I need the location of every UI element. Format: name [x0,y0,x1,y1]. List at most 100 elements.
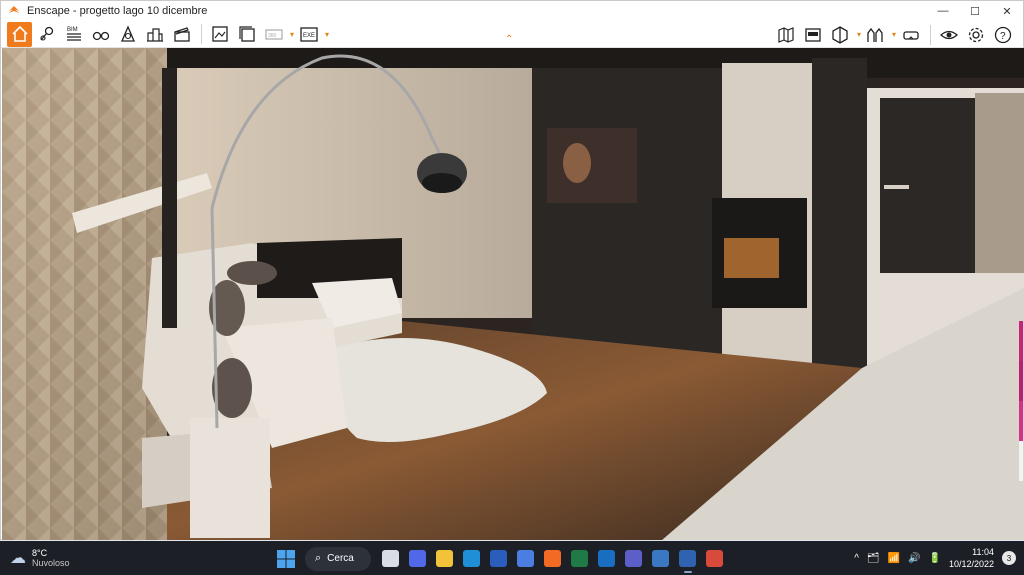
outlook-icon[interactable] [593,545,620,572]
window-title: Enscape - progetto lago 10 dicembre [27,5,208,17]
store-icon[interactable] [512,545,539,572]
minimize-button[interactable]: — [927,1,959,21]
sketchup-icon[interactable] [647,545,674,572]
close-button[interactable]: ✕ [991,1,1023,21]
cloud-icon: ☁ [10,550,26,567]
firefox-glyph [544,550,561,567]
exe-export-icon: EXE [299,27,318,42]
help-icon: ? [994,26,1011,43]
enscape-active-glyph [679,550,696,567]
firefox-icon[interactable] [539,545,566,572]
title-bar: Enscape - progetto lago 10 dicembre — ☐ … [1,1,1023,21]
compass-icon [120,25,135,42]
batch-render-button[interactable] [234,22,259,47]
export-image-icon [211,26,228,42]
clock-date: 10/12/2022 [948,559,994,569]
zoom-glyph [409,550,426,567]
drive-icon[interactable]: 🗂 [867,553,880,564]
help-button[interactable]: ? [990,22,1015,47]
store-glyph [517,550,534,567]
zoom-icon[interactable] [404,545,431,572]
search-label: Cerca [327,553,354,564]
visual-settings-button[interactable] [828,22,853,47]
weather-temp: 8°C [32,548,48,558]
bim-button[interactable]: BIM [61,22,86,47]
toolbar-separator [201,24,202,44]
search-icon: ⌕ [315,552,322,564]
exe-export-button[interactable]: EXE [296,22,321,47]
svg-text:BIM: BIM [67,27,78,33]
volume-icon[interactable]: 🔊 [908,553,920,564]
eye-icon [939,30,958,39]
buildings-button[interactable] [142,22,167,47]
panorama-button[interactable]: 360 [261,22,286,47]
export-image-button[interactable] [207,22,232,47]
pin-icon [39,26,53,41]
enscape-active-icon[interactable] [674,545,701,573]
video-editor-button[interactable] [801,22,826,47]
asset-library-button[interactable] [863,22,888,47]
teams-icon[interactable] [620,545,647,572]
windows-start-icon[interactable] [275,548,297,570]
battery-icon[interactable]: 🔋 [929,553,941,564]
file-explorer-icon[interactable] [431,545,458,572]
living-room-render [2,48,1024,540]
edge-glyph [463,550,480,567]
map-icon [778,26,795,43]
clapper-button[interactable] [169,22,194,47]
pin-button[interactable] [34,22,59,47]
excel-glyph [571,550,588,567]
panorama-icon: 360 [264,29,283,40]
chevron-down-icon[interactable]: ▾ [857,30,861,39]
clapper-icon [173,27,190,42]
render-viewport[interactable] [2,48,1024,540]
chevron-down-icon[interactable]: ▾ [892,30,896,39]
enscape-logo-icon [9,6,19,13]
vr-headset-icon [902,30,919,40]
collapse-toolbar-chevron-icon[interactable]: ⌃ [505,34,513,45]
teams-glyph [625,550,642,567]
task-view-icon[interactable] [377,545,404,572]
clock[interactable]: 11:04 10/12/2022 [949,546,994,570]
sketchup-glyph [652,550,669,567]
task-view-glyph [382,550,399,567]
settings-button[interactable] [963,22,988,47]
map-button[interactable] [774,22,799,47]
file-explorer-glyph [436,550,453,567]
asset-library-icon [867,27,884,42]
background-window-edge [1019,321,1023,481]
excel-icon[interactable] [566,545,593,572]
taskbar-search[interactable]: ⌕ Cerca [305,546,371,571]
taskbar-apps: ⌕ Cerca [275,545,728,573]
bim-icon: BIM [66,27,81,41]
word-icon[interactable] [485,545,512,572]
enscape-window: Enscape - progetto lago 10 dicembre — ☐ … [0,0,1024,540]
home-icon [11,25,28,42]
batch-render-icon [238,26,255,42]
svg-text:EXE: EXE [303,33,315,39]
home-button[interactable] [7,21,32,47]
vr-headset-button[interactable] [898,22,923,47]
visual-settings-icon [832,25,849,44]
edge-icon[interactable] [458,545,485,572]
view-button[interactable] [936,22,961,47]
binoculars-button[interactable] [88,22,113,47]
buildings-icon [146,28,163,42]
weather-condition: Nuvoloso [32,558,70,568]
gear-icon [968,27,983,42]
maximize-button[interactable]: ☐ [959,1,991,21]
tray-overflow-icon[interactable]: ^ [854,553,859,564]
pdf-editor-glyph [706,550,723,567]
outlook-glyph [598,550,615,567]
toolbar-separator [930,24,931,45]
weather-widget[interactable]: ☁ 8°C Nuvoloso [10,548,130,568]
chevron-down-icon[interactable]: ▾ [325,30,329,39]
clock-time: 11:04 [972,547,994,557]
windows-taskbar: ☁ 8°C Nuvoloso ⌕ Cerca ^ 🗂 📶 🔊 🔋 11:04 1… [0,541,1024,575]
wifi-icon[interactable]: 📶 [888,553,900,564]
compass-button[interactable] [115,22,140,47]
notification-badge[interactable]: 3 [1002,551,1016,565]
pdf-editor-icon[interactable] [701,545,728,572]
chevron-down-icon[interactable]: ▾ [290,30,294,39]
video-editor-icon [805,27,822,42]
